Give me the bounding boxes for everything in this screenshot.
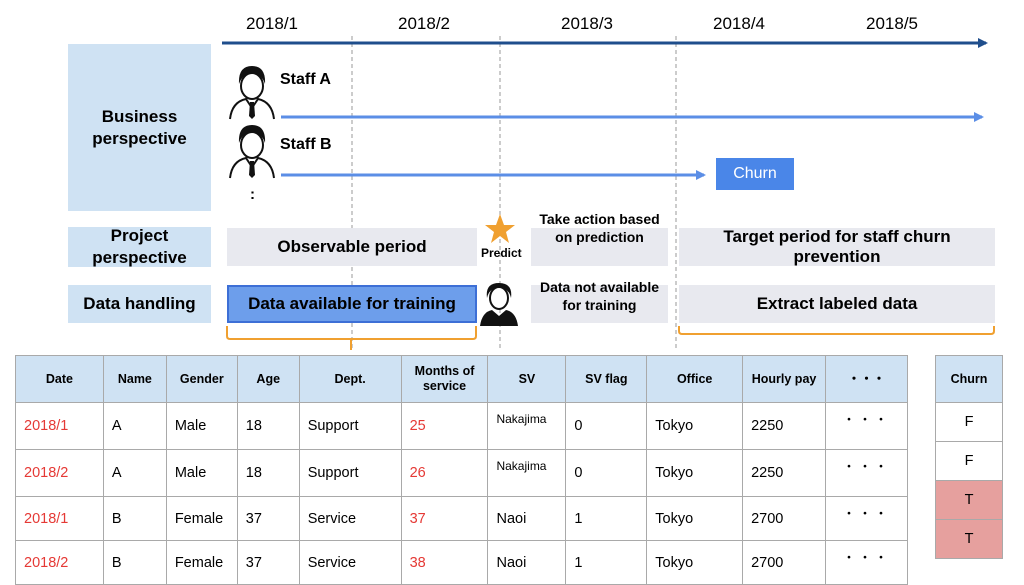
cell-date: 2018/2 <box>15 540 104 585</box>
cell-gender: Male <box>165 449 238 497</box>
cell-sv-flag: 1 <box>565 540 648 585</box>
cell-gender: Female <box>165 540 238 585</box>
staff-a-avatar-icon <box>229 66 275 120</box>
cell-hourly-pay: 2250 <box>742 402 826 450</box>
churn-cell: T <box>935 519 1003 559</box>
staff-a-label: Staff A <box>280 71 331 88</box>
header-dept: Dept. <box>298 355 402 403</box>
cell-more: ・・・ <box>825 496 908 541</box>
business-perspective-label: Business perspective <box>68 44 211 211</box>
header-name: Name <box>102 355 167 403</box>
cell-sv: Nakajima <box>487 449 567 497</box>
data-handling-label: Data handling <box>68 285 211 323</box>
header-more-columns: ・・・ <box>825 355 908 403</box>
churn-cell: F <box>935 441 1003 481</box>
cell-more: ・・・ <box>825 402 908 450</box>
header-sv: SV <box>487 355 567 403</box>
cell-office: Tokyo <box>646 449 744 497</box>
churn-label-table: Churn F F T T <box>935 355 1003 559</box>
bracket-right <box>678 326 995 335</box>
cell-office: Tokyo <box>646 540 744 585</box>
table-header-row: Date Name Gender Age Dept. Months of ser… <box>15 355 908 403</box>
cell-more: ・・・ <box>825 540 908 585</box>
cell-office: Tokyo <box>646 496 744 541</box>
cell-sv-flag: 0 <box>565 449 648 497</box>
header-age: Age <box>236 355 300 403</box>
take-action-text: Take action based on prediction <box>539 211 660 245</box>
cell-sv-flag: 1 <box>565 496 648 541</box>
analyst-icon <box>480 283 518 326</box>
cell-sv: Naoi <box>487 540 567 585</box>
header-months-of-service: Months of service <box>400 355 489 403</box>
table-row: 2018/2 B Female 37 Service 38 Naoi 1 Tok… <box>15 540 908 585</box>
cell-more: ・・・ <box>825 449 908 497</box>
cell-date: 2018/1 <box>15 496 104 541</box>
header-date: Date <box>15 355 104 403</box>
cell-months-of-service: 26 <box>400 449 489 497</box>
cell-dept: Support <box>298 402 402 450</box>
predict-label: Predict <box>481 246 522 260</box>
cell-sv: Nakajima <box>487 402 567 450</box>
table-row: 2018/1 A Male 18 Support 25 Nakajima 0 T… <box>15 402 908 450</box>
cell-dept: Support <box>298 449 402 497</box>
header-office: Office <box>646 355 744 403</box>
extract-labeled-box: Extract labeled data <box>679 285 995 323</box>
churn-cell: T <box>935 480 1003 520</box>
cell-dept: Service <box>298 540 402 585</box>
cell-name: B <box>102 540 167 585</box>
staff-b-avatar-icon <box>229 125 275 179</box>
cell-age: 37 <box>236 540 300 585</box>
project-perspective-label: Project perspective <box>68 226 211 267</box>
churn-cell: F <box>935 402 1003 442</box>
cell-age: 37 <box>236 496 300 541</box>
target-period-box: Target period for staff churn prevention <box>679 227 995 266</box>
cell-months-of-service: 38 <box>400 540 489 585</box>
more-staff-indicator: : <box>250 186 255 203</box>
churn-header: Churn <box>935 355 1003 403</box>
data-not-available-text: Data not available for training <box>539 279 660 313</box>
cell-months-of-service: 37 <box>400 496 489 541</box>
cell-months-of-service: 25 <box>400 402 489 450</box>
training-data-table: Date Name Gender Age Dept. Months of ser… <box>15 355 908 585</box>
data-available-box: Data available for training <box>227 285 477 323</box>
header-sv-flag: SV flag <box>565 355 648 403</box>
table-row: 2018/1 B Female 37 Service 37 Naoi 1 Tok… <box>15 496 908 541</box>
churn-tag: Churn <box>716 158 794 190</box>
cell-dept: Service <box>298 496 402 541</box>
cell-hourly-pay: 2250 <box>742 449 826 497</box>
cell-gender: Male <box>165 402 238 450</box>
cell-office: Tokyo <box>646 402 744 450</box>
cell-date: 2018/1 <box>15 402 104 450</box>
cell-gender: Female <box>165 496 238 541</box>
cell-name: A <box>102 402 167 450</box>
header-gender: Gender <box>165 355 238 403</box>
cell-date: 2018/2 <box>15 449 104 497</box>
header-hourly-pay: Hourly pay <box>742 355 826 403</box>
cell-sv-flag: 0 <box>565 402 648 450</box>
cell-hourly-pay: 2700 <box>742 496 826 541</box>
cell-name: A <box>102 449 167 497</box>
cell-hourly-pay: 2700 <box>742 540 826 585</box>
cell-sv: Naoi <box>487 496 567 541</box>
observable-period-box: Observable period <box>227 228 477 266</box>
staff-b-label: Staff B <box>280 136 332 153</box>
cell-age: 18 <box>236 449 300 497</box>
cell-age: 18 <box>236 402 300 450</box>
table-row: 2018/2 A Male 18 Support 26 Nakajima 0 T… <box>15 449 908 497</box>
star-icon <box>485 214 515 243</box>
cell-name: B <box>102 496 167 541</box>
